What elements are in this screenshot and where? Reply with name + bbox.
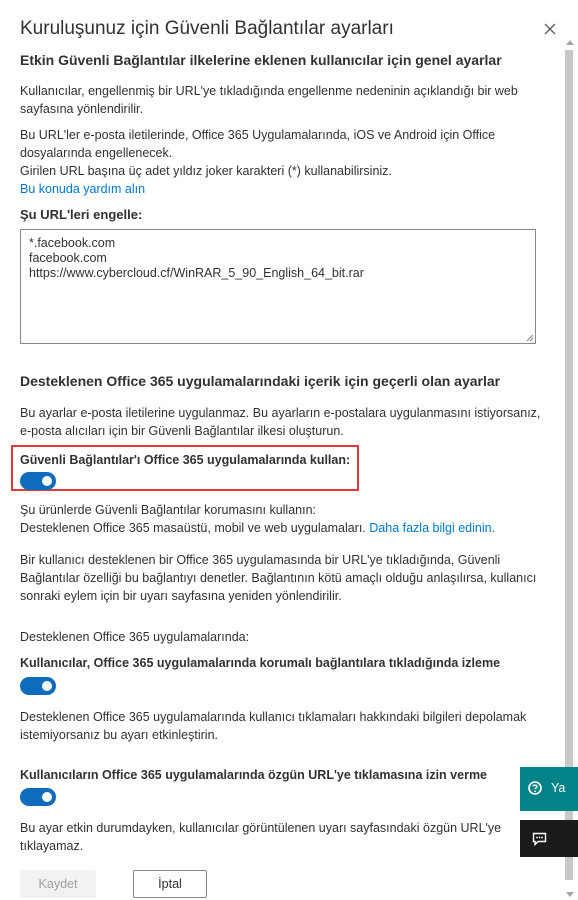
general-intro-line: sayfasına yönlendirilir. bbox=[20, 102, 143, 116]
block-urls-label: Şu URL'leri engelle: bbox=[20, 207, 143, 222]
close-icon[interactable] bbox=[541, 20, 559, 38]
products-description-line: Desteklenen Office 365 masaüstü, mobil v… bbox=[20, 521, 366, 535]
chat-floating-button[interactable] bbox=[520, 820, 578, 857]
scroll-down-arrow-icon[interactable] bbox=[566, 892, 574, 897]
scrollbar-thumb[interactable] bbox=[565, 50, 573, 880]
toggle-safe-links-label: Güvenli Bağlantılar'ı Office 365 uygulam… bbox=[20, 453, 351, 467]
toggle-knob bbox=[42, 476, 52, 486]
redirect-description-line: Bir kullanıcı desteklenen bir Office 365… bbox=[20, 553, 501, 567]
help-circle-icon bbox=[528, 781, 542, 795]
office-apps-intro-line: Bu ayarlar e-posta iletilerine uygulanma… bbox=[20, 406, 541, 420]
products-description: Şu ürünlerde Güvenli Bağlantılar korumas… bbox=[20, 501, 495, 537]
general-description-line: dosyalarında engellenecek. bbox=[20, 146, 173, 160]
block-urls-textarea[interactable]: *.facebook.com facebook.com https://www.… bbox=[20, 229, 536, 344]
original-url-description: Bu ayar etkin durumdayken, kullanıcılar … bbox=[20, 819, 501, 855]
redirect-description: Bir kullanıcı desteklenen bir Office 365… bbox=[20, 551, 536, 605]
track-clicks-label: Kullanıcılar, Office 365 uygulamalarında… bbox=[20, 656, 501, 670]
help-button-label: Ya bbox=[551, 781, 566, 795]
general-description: Bu URL'ler e-posta iletilerinde, Office … bbox=[20, 126, 495, 198]
general-intro: Kullanıcılar, engellenmiş bir URL'ye tık… bbox=[20, 82, 518, 118]
save-button[interactable]: Kaydet bbox=[20, 870, 96, 898]
block-url-line: facebook.com bbox=[29, 251, 107, 265]
track-clicks-toggle[interactable] bbox=[20, 677, 56, 695]
panel-title: Kuruluşunuz için Güvenli Bağlantılar aya… bbox=[20, 18, 394, 39]
highlight-box bbox=[11, 445, 359, 491]
chat-icon bbox=[532, 832, 547, 846]
track-clicks-description-line: istemiyorsanız bu ayarı etkinleştirin. bbox=[20, 728, 218, 742]
safe-links-office-toggle[interactable] bbox=[20, 472, 56, 490]
general-heading: Etkin Güvenli Bağlantılar ilkelerine ekl… bbox=[20, 52, 502, 68]
general-intro-line: Kullanıcılar, engellenmiş bir URL'ye tık… bbox=[20, 84, 518, 98]
original-url-description-line: Bu ayar etkin durumdayken, kullanıcılar … bbox=[20, 821, 502, 835]
block-url-line: https://www.cybercloud.cf/WinRAR_5_90_En… bbox=[29, 266, 364, 280]
general-description-line: Bu URL'ler e-posta iletilerinde, Office … bbox=[20, 128, 496, 142]
cancel-button[interactable]: İptal bbox=[133, 870, 207, 898]
track-clicks-description-line: Desteklenen Office 365 uygulamalarında k… bbox=[20, 710, 527, 724]
general-description-line: Girilen URL başına üç adet yıldız joker … bbox=[20, 164, 392, 178]
original-url-description-line: tıklayamaz. bbox=[20, 839, 84, 853]
settings-panel: Kuruluşunuz için Güvenli Bağlantılar aya… bbox=[0, 0, 578, 899]
supported-apps-intro: Desteklenen Office 365 uygulamalarında: bbox=[20, 630, 250, 644]
help-link[interactable]: Bu konuda yardım alın bbox=[20, 182, 145, 196]
original-url-label: Kullanıcıların Office 365 uygulamalarınd… bbox=[20, 768, 488, 782]
redirect-description-line: Bağlantılar özelliği bu bağlantıyı denet… bbox=[20, 571, 537, 585]
office-apps-intro: Bu ayarlar e-posta iletilerine uygulanma… bbox=[20, 404, 540, 440]
help-floating-button[interactable]: Ya bbox=[520, 767, 578, 811]
scroll-up-arrow-icon[interactable] bbox=[566, 40, 574, 45]
toggle-knob bbox=[42, 792, 52, 802]
toggle-knob bbox=[42, 681, 52, 691]
original-url-toggle[interactable] bbox=[20, 788, 56, 806]
block-url-line: *.facebook.com bbox=[29, 236, 116, 250]
track-clicks-description: Desteklenen Office 365 uygulamalarında k… bbox=[20, 708, 526, 744]
more-info-link[interactable]: Daha fazla bilgi edinin. bbox=[369, 521, 495, 535]
office-apps-heading: Desteklenen Office 365 uygulamalarındaki… bbox=[20, 373, 501, 389]
products-description-line: Şu ürünlerde Güvenli Bağlantılar korumas… bbox=[20, 503, 316, 517]
resize-grip-icon[interactable] bbox=[526, 334, 534, 342]
redirect-description-line: sonraki eylem için bir uyarı sayfasına y… bbox=[20, 589, 342, 603]
office-apps-intro-line: e-posta alıcıları için bir Güvenli Bağla… bbox=[20, 424, 344, 438]
